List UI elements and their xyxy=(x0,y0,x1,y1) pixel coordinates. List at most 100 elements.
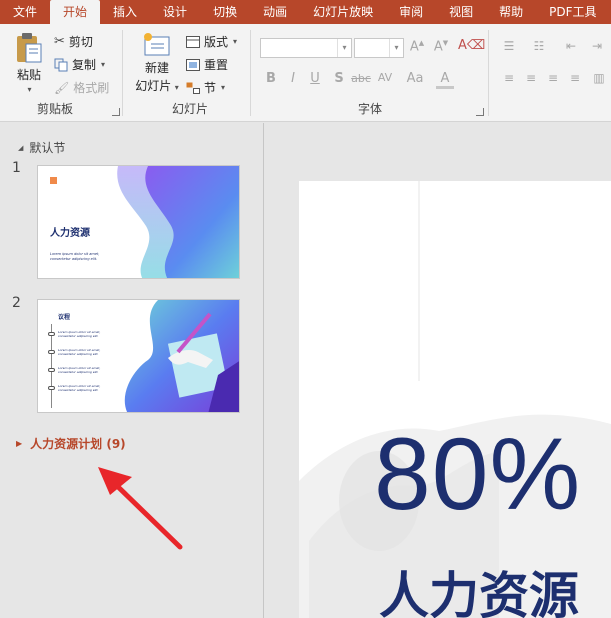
align-right-icon[interactable]: ≡ xyxy=(542,71,564,85)
tab-file[interactable]: 文件 xyxy=(0,0,50,24)
increase-indent-icon[interactable]: ⇥ xyxy=(586,39,608,53)
tab-review[interactable]: 审阅 xyxy=(386,0,436,24)
copy-label: 复制 xyxy=(72,58,97,72)
font-color-button[interactable]: A xyxy=(436,71,454,89)
bullets-icon[interactable]: ☰ xyxy=(498,39,520,53)
slide-thumbnail-1[interactable]: 人力资源 Lorem ipsum dolor sit amet, consect… xyxy=(37,165,240,279)
paste-label: 粘贴 xyxy=(16,68,41,82)
slide-title: 人力资源 xyxy=(379,567,579,618)
new-slide-label-text: 幻灯片 xyxy=(135,79,172,93)
cut-label: 剪切 xyxy=(68,35,93,49)
slide-1-subtitle-line1: Lorem ipsum dolor sit amet, xyxy=(50,252,100,256)
timeline-node xyxy=(48,368,55,372)
scissors-icon: ✂ xyxy=(54,34,65,49)
slides-group-label: 幻灯片 xyxy=(171,102,208,116)
new-slide-label-line2: 幻灯片 ▾ xyxy=(135,77,179,94)
slide-2-title: 议程 xyxy=(58,314,71,321)
tab-slideshow[interactable]: 幻灯片放映 xyxy=(300,0,386,24)
tab-help[interactable]: 帮助 xyxy=(486,0,536,24)
paste-button[interactable]: 粘贴 ▾ xyxy=(12,32,46,94)
font-name-combo[interactable]: ▾ xyxy=(260,38,352,58)
slide-thumbnail-2[interactable]: 议程 Lorem ipsum dolor sit amet, consectet… xyxy=(37,299,240,413)
group-divider xyxy=(122,30,123,116)
group-divider xyxy=(250,30,251,116)
tab-home[interactable]: 开始 xyxy=(50,0,101,26)
chevron-down-icon: ▾ xyxy=(172,83,179,92)
chevron-down-icon: ▾ xyxy=(221,83,226,92)
bold-button[interactable]: B xyxy=(262,71,280,86)
chevron-down-icon: ▾ xyxy=(337,39,351,57)
section-collapsed-header[interactable]: ▶ 人力资源计划 (9) xyxy=(16,435,126,452)
format-painter-button[interactable]: 🖌 格式刷 xyxy=(54,79,109,96)
clipboard-launcher-icon[interactable] xyxy=(112,108,120,116)
format-painter-icon: 🖌 xyxy=(54,80,70,95)
change-case-button[interactable]: Aa xyxy=(404,71,426,86)
tab-pdf-tools[interactable]: PDF工具 xyxy=(536,0,609,24)
new-slide-icon xyxy=(144,33,170,56)
format-painter-label: 格式刷 xyxy=(73,81,110,95)
clipboard-icon xyxy=(17,33,42,63)
agenda-item: Lorem ipsum dolor sit amet, consectetur … xyxy=(58,348,101,356)
increase-font-icon[interactable]: A▲ xyxy=(408,39,426,54)
font-launcher-icon[interactable] xyxy=(476,108,484,116)
section-icon xyxy=(186,82,200,94)
underline-button[interactable]: U xyxy=(306,71,324,86)
chevron-down-icon: ▾ xyxy=(389,39,403,57)
clear-format-icon[interactable]: A⌫ xyxy=(458,38,485,53)
shadow-button[interactable]: S xyxy=(330,71,348,86)
align-center-icon[interactable]: ≡ xyxy=(520,71,542,85)
italic-button[interactable]: I xyxy=(284,71,302,86)
collapse-triangle-icon: ◢ xyxy=(18,143,24,152)
new-slide-button[interactable]: 新建 幻灯片 ▾ xyxy=(134,32,180,94)
chevron-down-icon: ▾ xyxy=(101,60,106,69)
cut-button[interactable]: ✂ 剪切 xyxy=(54,33,93,50)
tab-transitions[interactable]: 切换 xyxy=(200,0,250,24)
current-slide-canvas[interactable]: 80% 人力资源 xyxy=(299,181,611,618)
slide-1-subtitle-line2: consectetur adipiscing elit. xyxy=(50,257,98,261)
agenda-item: Lorem ipsum dolor sit amet, consectetur … xyxy=(58,330,101,338)
copy-button[interactable]: 复制 ▾ xyxy=(54,56,105,73)
reset-label: 重置 xyxy=(204,58,229,72)
tab-animations[interactable]: 动画 xyxy=(250,0,300,24)
numbering-icon[interactable]: ☷ xyxy=(528,39,550,53)
tab-insert[interactable]: 插入 xyxy=(100,0,150,24)
expand-triangle-icon: ▶ xyxy=(16,439,23,448)
slide-big-number: 80% xyxy=(374,417,582,531)
align-left-icon[interactable]: ≡ xyxy=(498,71,520,85)
new-slide-label-line1: 新建 xyxy=(144,61,169,75)
layout-label: 版式 xyxy=(204,35,229,49)
reset-button[interactable]: 重置 xyxy=(186,56,228,73)
timeline-node xyxy=(48,350,55,354)
slide-number: 2 xyxy=(12,295,21,311)
slide-editor: 80% 人力资源 xyxy=(264,123,611,618)
strikethrough-button[interactable]: abc xyxy=(348,72,374,85)
decrease-font-icon[interactable]: A▼ xyxy=(432,39,450,54)
slide-number: 1 xyxy=(12,160,21,176)
annotation-arrow-icon xyxy=(98,467,183,550)
font-group-label: 字体 xyxy=(357,102,382,116)
section-button[interactable]: 节 ▾ xyxy=(186,79,225,96)
columns-icon[interactable]: ▥ xyxy=(588,71,610,85)
clipboard-group-label: 剪贴板 xyxy=(36,102,73,116)
agenda-item: Lorem ipsum dolor sit amet, consectetur … xyxy=(58,384,101,392)
chevron-down-icon: ▾ xyxy=(233,37,238,46)
section-default-header[interactable]: ◢ 默认节 xyxy=(18,139,65,156)
slide-1-background-art xyxy=(117,166,239,278)
slide-1-logo-icon xyxy=(50,177,57,184)
chevron-down-icon: ▾ xyxy=(27,85,32,94)
layout-icon xyxy=(186,35,200,48)
tab-view[interactable]: 视图 xyxy=(436,0,486,24)
justify-icon[interactable]: ≡ xyxy=(564,71,586,85)
char-spacing-button[interactable]: AV xyxy=(374,71,396,84)
reset-icon xyxy=(186,58,200,71)
section-collapsed-label: 人力资源计划 (9) xyxy=(30,437,126,451)
font-size-combo[interactable]: ▾ xyxy=(354,38,404,58)
decrease-indent-icon[interactable]: ⇤ xyxy=(560,39,582,53)
layout-button[interactable]: 版式 ▾ xyxy=(186,33,237,50)
copy-icon xyxy=(54,58,68,71)
timeline-node xyxy=(48,332,55,336)
slide-2-timeline xyxy=(51,324,52,408)
slide-background-photo xyxy=(299,181,611,618)
section-label: 节 xyxy=(204,81,217,95)
tab-design[interactable]: 设计 xyxy=(150,0,200,24)
